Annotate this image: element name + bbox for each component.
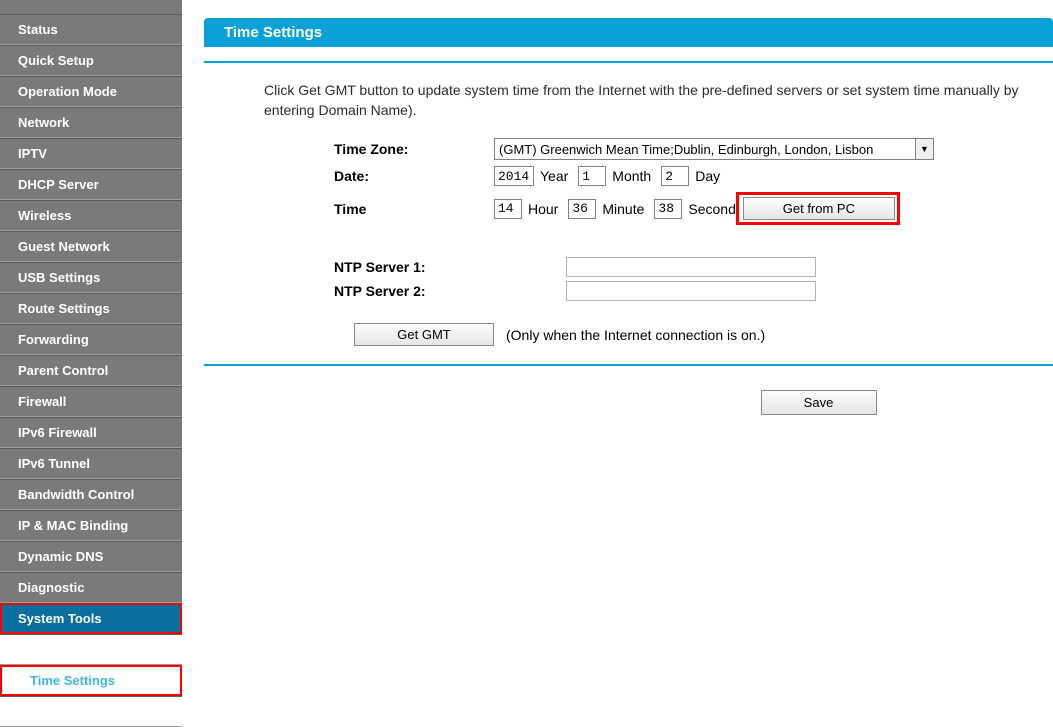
sidebar-item-ipv6-firewall[interactable]: IPv6 Firewall bbox=[0, 417, 182, 448]
ntp1-label: NTP Server 1: bbox=[334, 259, 566, 275]
sidebar-item-diagnostic[interactable]: Diagnostic bbox=[0, 572, 182, 603]
get-from-pc-highlight: Get from PC bbox=[736, 192, 900, 225]
save-row: Save bbox=[204, 390, 1053, 415]
sidebar-item-iptv[interactable]: IPTV bbox=[0, 138, 182, 169]
sidebar-item-operation-mode[interactable]: Operation Mode bbox=[0, 76, 182, 107]
sidebar-sub-system-log[interactable]: System Log bbox=[0, 634, 182, 665]
minute-input[interactable] bbox=[568, 199, 596, 219]
row-ntp2: NTP Server 2: bbox=[334, 281, 1053, 301]
form-area: Time Zone: (GMT) Greenwich Mean Time;Dub… bbox=[204, 120, 1053, 346]
sidebar-item-ip-mac-binding[interactable]: IP & MAC Binding bbox=[0, 510, 182, 541]
get-gmt-note: (Only when the Internet connection is on… bbox=[506, 327, 765, 343]
timezone-value: (GMT) Greenwich Mean Time;Dublin, Edinbu… bbox=[499, 142, 873, 157]
get-from-pc-button[interactable]: Get from PC bbox=[743, 197, 895, 220]
sidebar-item-guest-network[interactable]: Guest Network bbox=[0, 231, 182, 262]
row-timezone: Time Zone: (GMT) Greenwich Mean Time;Dub… bbox=[334, 138, 1053, 160]
sidebar-item-dhcp-server[interactable]: DHCP Server bbox=[0, 169, 182, 200]
sidebar-item-firewall[interactable]: Firewall bbox=[0, 386, 182, 417]
sidebar-item-status[interactable]: Status bbox=[0, 14, 182, 45]
timezone-label: Time Zone: bbox=[334, 141, 494, 157]
year-unit: Year bbox=[540, 168, 568, 184]
sidebar-item-usb-settings[interactable]: USB Settings bbox=[0, 262, 182, 293]
minute-unit: Minute bbox=[602, 201, 644, 217]
main-content: Time Settings Click Get GMT button to up… bbox=[182, 0, 1053, 627]
day-input[interactable] bbox=[661, 166, 689, 186]
sidebar-item-forwarding[interactable]: Forwarding bbox=[0, 324, 182, 355]
sidebar-sub-time-settings[interactable]: Time Settings bbox=[0, 665, 182, 696]
ntp1-input[interactable] bbox=[566, 257, 816, 277]
sidebar-item-quick-setup[interactable]: Quick Setup bbox=[0, 45, 182, 76]
time-label: Time bbox=[334, 201, 494, 217]
sidebar-item-ipv6-tunnel[interactable]: IPv6 Tunnel bbox=[0, 448, 182, 479]
row-ntp1: NTP Server 1: bbox=[334, 257, 1053, 277]
sidebar-item-network[interactable]: Network bbox=[0, 107, 182, 138]
sidebar: Status Quick Setup Operation Mode Networ… bbox=[0, 0, 182, 627]
sidebar-item-system-tools[interactable]: System Tools bbox=[0, 603, 182, 634]
month-input[interactable] bbox=[578, 166, 606, 186]
row-date: Date: Year Month Day bbox=[334, 166, 1053, 186]
second-input[interactable] bbox=[654, 199, 682, 219]
chevron-down-icon: ▼ bbox=[915, 139, 933, 159]
save-button[interactable]: Save bbox=[761, 390, 877, 415]
month-unit: Month bbox=[612, 168, 651, 184]
intro-text: Click Get GMT button to update system ti… bbox=[204, 63, 1053, 120]
hour-input[interactable] bbox=[494, 199, 522, 219]
get-gmt-button[interactable]: Get GMT bbox=[354, 323, 494, 346]
timezone-select[interactable]: (GMT) Greenwich Mean Time;Dublin, Edinbu… bbox=[494, 138, 934, 160]
page-title: Time Settings bbox=[204, 18, 1053, 47]
sidebar-item-dynamic-dns[interactable]: Dynamic DNS bbox=[0, 541, 182, 572]
sidebar-item-bandwidth-control[interactable]: Bandwidth Control bbox=[0, 479, 182, 510]
sidebar-item-route-settings[interactable]: Route Settings bbox=[0, 293, 182, 324]
ntp2-input[interactable] bbox=[566, 281, 816, 301]
hour-unit: Hour bbox=[528, 201, 558, 217]
date-label: Date: bbox=[334, 168, 494, 184]
ntp2-label: NTP Server 2: bbox=[334, 283, 566, 299]
row-time: Time Hour Minute Second Get from PC bbox=[334, 192, 1053, 225]
sidebar-item-parent-control[interactable]: Parent Control bbox=[0, 355, 182, 386]
divider-bottom bbox=[204, 364, 1053, 366]
sidebar-item-wireless[interactable]: Wireless bbox=[0, 200, 182, 231]
day-unit: Day bbox=[695, 168, 720, 184]
row-getgmt: Get GMT (Only when the Internet connecti… bbox=[354, 323, 1053, 346]
sidebar-sub-manage-control[interactable]: Manage Control bbox=[0, 696, 182, 727]
year-input[interactable] bbox=[494, 166, 534, 186]
second-unit: Second bbox=[688, 201, 735, 217]
